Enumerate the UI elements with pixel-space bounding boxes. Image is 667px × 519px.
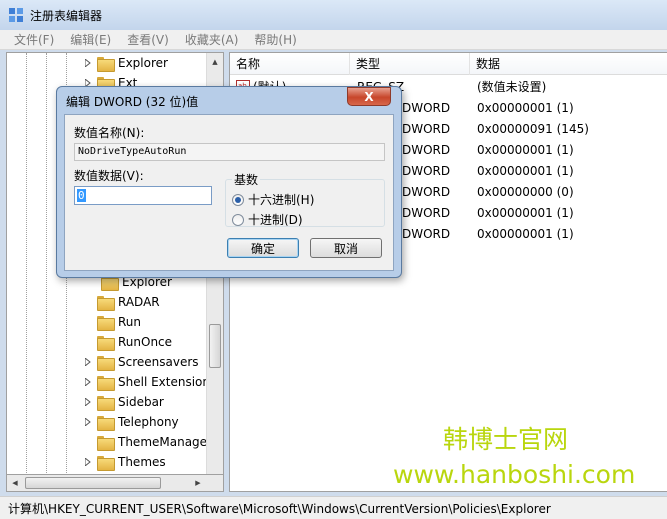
scroll-left-arrow-icon[interactable]: ◀ [7,475,23,491]
menu-favorites[interactable]: 收藏夹(A) [177,31,247,48]
value-type: DWORD [402,164,451,178]
tree-item-telephony[interactable]: Telephony [83,412,179,432]
tree-item-label: ThemeManager [118,435,212,449]
folder-icon [97,395,115,411]
expand-arrow-icon[interactable] [83,397,93,407]
value-name-label: 数值名称(N): [74,126,145,140]
window-title: 注册表编辑器 [30,8,103,23]
radio-hexadecimal[interactable]: 十六进制(H) [232,191,314,208]
base-group: 基数 十六进制(H) 十进制(D) [225,171,385,228]
folder-icon [97,375,115,391]
registry-path: 计算机\HKEY_CURRENT_USER\Software\Microsoft… [8,501,551,516]
value-data: 0x00000001 (1) [477,143,574,157]
hex-label: 十六进制(H) [248,193,315,207]
value-data: 0x00000091 (145) [477,122,589,136]
cancel-button[interactable]: 取消 [310,238,382,258]
ok-button[interactable]: 确定 [227,238,299,258]
tree-item-runonce[interactable]: RunOnce [97,332,172,352]
value-data: 0x00000001 (1) [477,206,574,220]
column-header-type[interactable]: 类型 [350,53,470,75]
tree-item-themes[interactable]: Themes [83,452,166,472]
tree-item-run[interactable]: Run [97,312,141,332]
value-data: 0x00000001 (1) [477,164,574,178]
value-data: 0x00000001 (1) [477,101,574,115]
folder-icon [97,355,115,371]
close-button[interactable]: X [347,87,391,106]
column-header-name[interactable]: 名称 [230,53,350,75]
registry-editor-icon [9,8,23,22]
value-data: 0x00000001 (1) [477,227,574,241]
tree-item-label: Shell Extensions [118,375,217,389]
menu-help[interactable]: 帮助(H) [246,31,304,48]
folder-icon [97,415,115,431]
menu-edit[interactable]: 编辑(E) [62,31,119,48]
tree-item-label: Themes [118,455,166,469]
close-icon: X [364,89,374,104]
expand-arrow-icon[interactable] [83,377,93,387]
tree-item-label: Telephony [118,415,179,429]
menu-file[interactable]: 文件(F) [6,31,62,48]
scroll-thumb[interactable] [25,477,161,489]
folder-icon [97,335,115,351]
tree-item-label: RunOnce [118,335,173,349]
status-bar: 计算机\HKEY_CURRENT_USER\Software\Microsoft… [0,496,667,519]
tree-item-sidebar[interactable]: Sidebar [83,392,164,412]
dialog-body: 数值名称(N): NoDriveTypeAutoRun 数值数据(V): 0 基… [64,114,394,271]
radio-selected-icon[interactable] [232,193,244,206]
expand-arrow-icon[interactable] [83,417,93,427]
folder-icon [97,315,115,331]
value-type: DWORD [402,227,451,241]
expand-arrow-icon[interactable] [83,58,93,68]
title-bar: 注册表编辑器 [0,0,667,30]
value-type: DWORD [402,122,451,136]
radio-decimal[interactable]: 十进制(D) [232,211,303,228]
value-type: DWORD [402,206,451,220]
radio-unselected-icon[interactable] [232,213,244,226]
tree-item-label: Explorer [118,56,168,70]
scroll-thumb[interactable] [209,324,221,368]
base-group-label: 基数 [232,171,261,188]
tree-item-label: Screensavers [118,355,199,369]
folder-icon [97,455,115,471]
value-data: 0x00000000 (0) [477,185,574,199]
tree-item-explorer[interactable]: Explorer [83,53,168,73]
column-header-data[interactable]: 数据 [470,53,667,75]
folder-icon [97,295,115,311]
menu-view[interactable]: 查看(V) [119,31,177,48]
list-header: 名称 类型 数据 [230,53,667,75]
value-type: DWORD [402,101,451,115]
tree-item-label: Sidebar [118,395,164,409]
dialog-title: 编辑 DWORD (32 位)值 [66,95,199,109]
tree-item-label: RADAR [118,295,160,309]
watermark-url: www.hanboshi.com [393,460,636,489]
value-name-field: NoDriveTypeAutoRun [74,143,385,161]
tree-item-label: Run [118,315,142,329]
watermark-title: 韩博士官网 [443,425,569,454]
edit-dword-dialog: 编辑 DWORD (32 位)值 X 数值名称(N): NoDriveTypeA… [56,86,402,278]
dec-label: 十进制(D) [248,213,303,227]
scroll-up-arrow-icon[interactable]: ▲ [207,53,223,70]
menu-bar: 文件(F) 编辑(E) 查看(V) 收藏夹(A) 帮助(H) [0,30,667,50]
value-data-text: 0 [77,189,86,202]
value-data: (数值未设置) [477,80,547,94]
value-data-input[interactable]: 0 [74,186,212,205]
registry-editor-window: 注册表编辑器 文件(F) 编辑(E) 查看(V) 收藏夹(A) 帮助(H) Ex… [0,0,667,519]
tree-guide-line [46,53,47,489]
folder-icon [97,56,115,72]
tree-item-screensavers[interactable]: Screensavers [83,352,199,372]
value-type: DWORD [402,143,451,157]
tree-item-thememanager[interactable]: ThemeManager [97,432,212,452]
folder-icon [97,435,115,451]
expand-arrow-icon[interactable] [83,357,93,367]
scroll-right-arrow-icon[interactable]: ▶ [190,475,206,491]
tree-guide-line [26,53,27,489]
tree-horizontal-scrollbar[interactable]: ◀ ▶ [6,474,224,492]
value-type: DWORD [402,185,451,199]
value-data-label: 数值数据(V): [74,169,144,183]
tree-item-shell-extensions[interactable]: Shell Extensions [83,372,216,392]
tree-item-radar[interactable]: RADAR [97,292,160,312]
expand-arrow-icon[interactable] [83,457,93,467]
